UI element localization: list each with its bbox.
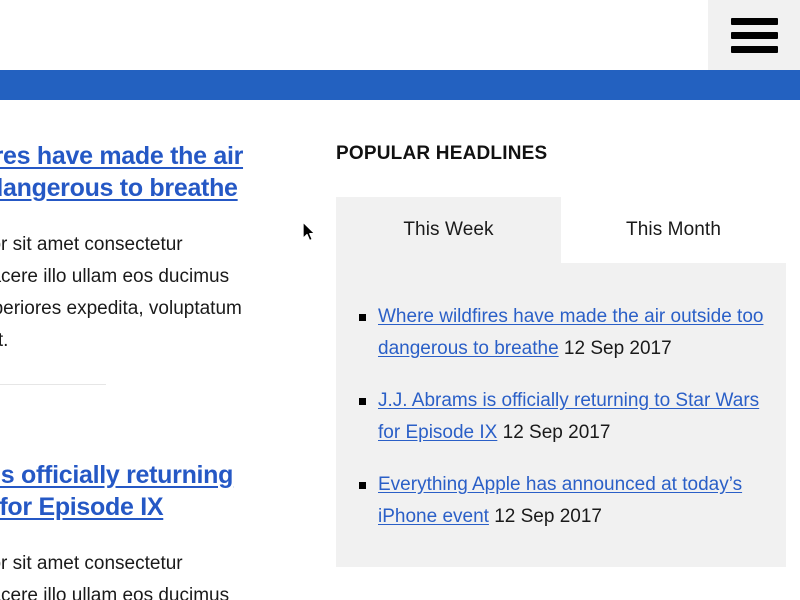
top-bar [0,0,800,70]
page-content: Where wildfires have made the air outsid… [0,100,800,600]
headline-list: Where wildfires have made the air outsid… [336,263,786,567]
article-column: Where wildfires have made the air outsid… [0,100,256,600]
hamburger-icon-bar-2 [730,31,778,39]
popular-headlines-sidebar: Popular Headlines This Week This Month W… [336,100,786,567]
article-title-link[interactable]: Where wildfires have made the air outsid… [0,142,243,202]
hamburger-icon-bar-1 [730,17,778,25]
article-card: Where wildfires have made the air outsid… [0,100,256,357]
list-item: Everything Apple has announced at today’… [359,469,764,533]
article-title-wrap: J.J. Abrams is officially returning to S… [0,459,256,523]
bullet-square-icon [359,482,366,489]
hamburger-menu-button[interactable] [708,0,800,70]
bullet-square-icon [359,398,366,405]
page-root: Where wildfires have made the air outsid… [0,0,800,600]
article-title-link[interactable]: J.J. Abrams is officially returning to S… [0,461,233,521]
article-body-text: Lorem ipsum dolor sit amet consectetur a… [0,553,230,600]
list-item: Where wildfires have made the air outsid… [359,301,764,365]
blue-accent-bar [0,70,800,100]
popular-headlines-panel: This Week This Month Where wildfires hav… [336,197,786,567]
article-title-wrap: Where wildfires have made the air outsid… [0,140,256,204]
article-body-text: Lorem ipsum dolor sit amet consectetur a… [0,234,242,351]
headline-date: 12 Sep 2017 [502,422,611,443]
article-card: J.J. Abrams is officially returning to S… [0,385,256,600]
tab-bar: This Week This Month [336,197,786,263]
sidebar-heading: Popular Headlines [336,143,548,164]
bullet-square-icon [359,314,366,321]
headline-date: 12 Sep 2017 [494,506,602,527]
tab-this-week[interactable]: This Week [336,197,561,263]
hamburger-icon-bar-3 [730,45,778,53]
tab-this-month[interactable]: This Month [561,197,786,263]
list-item: J.J. Abrams is officially returning to S… [359,385,764,449]
headline-date: 12 Sep 2017 [563,338,672,359]
